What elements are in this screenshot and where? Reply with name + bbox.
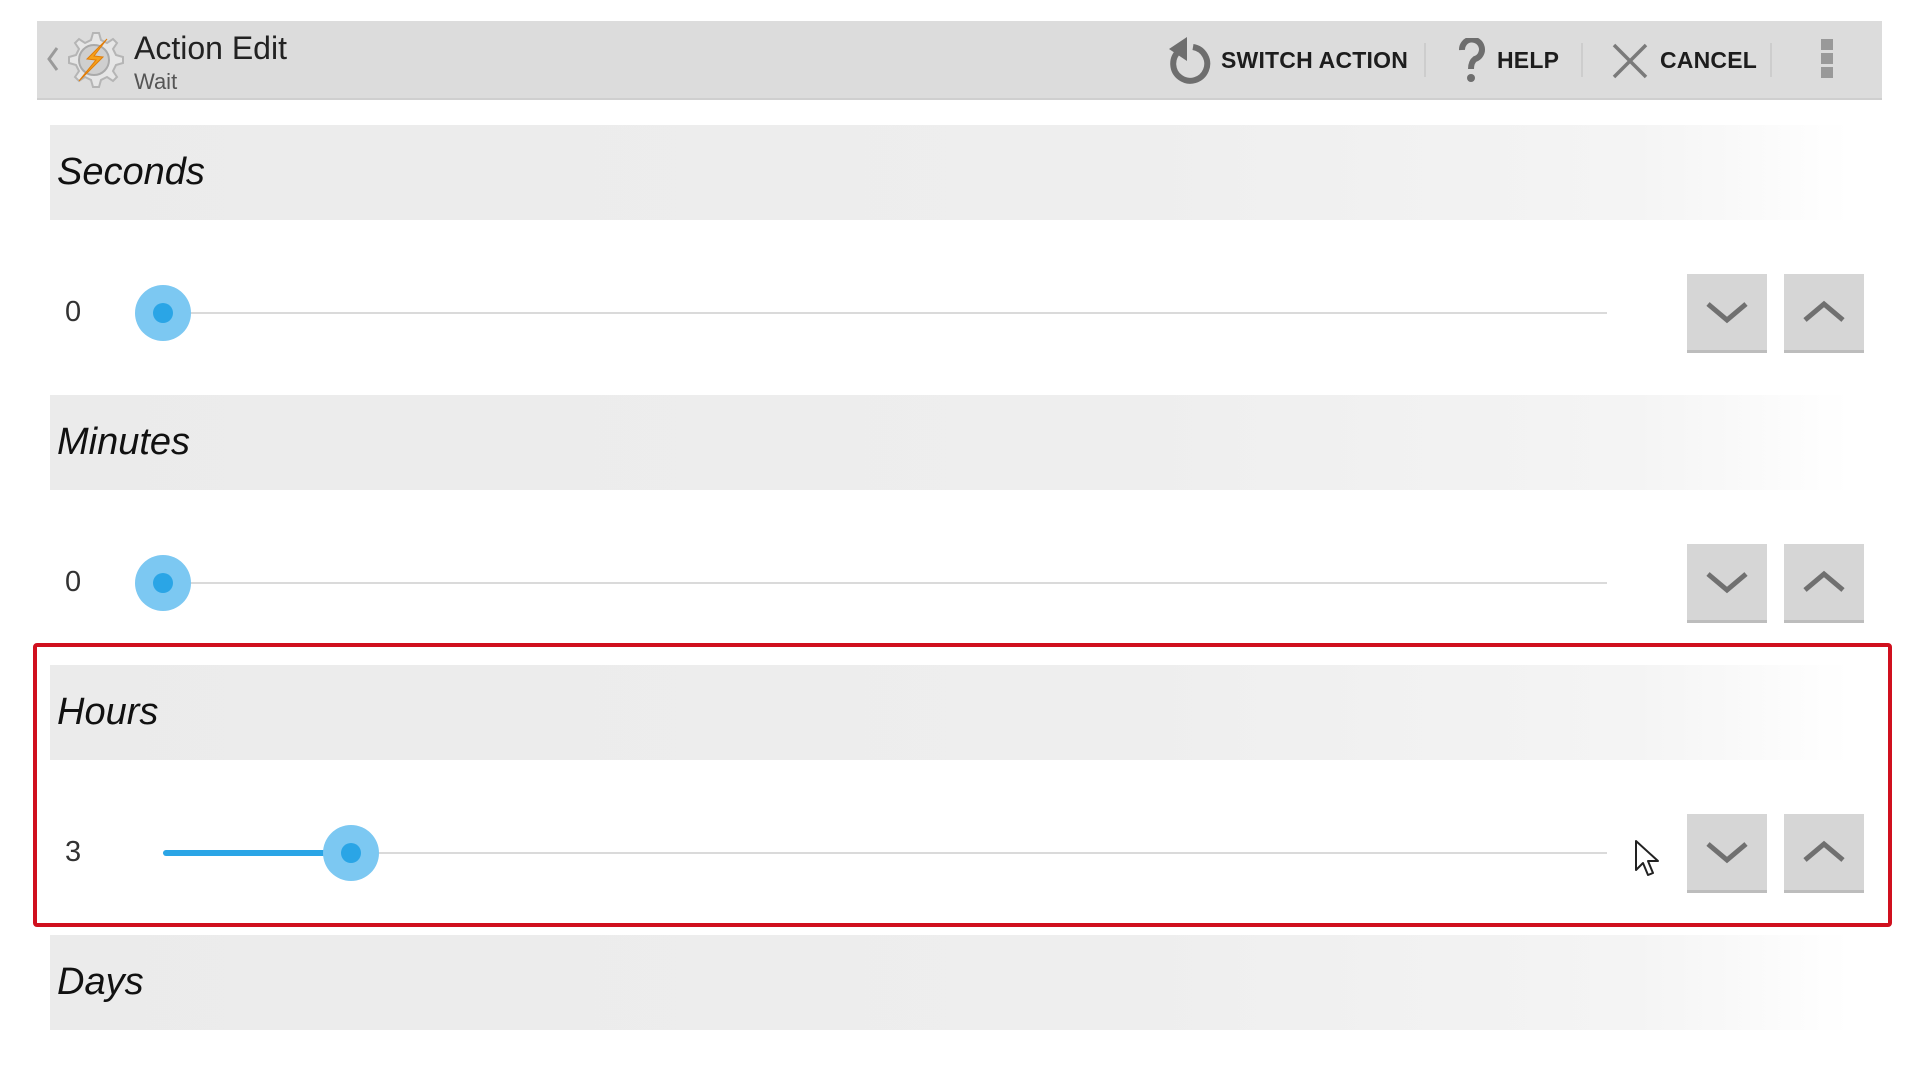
switch-action-label: SWITCH ACTION xyxy=(1221,47,1409,73)
minutes-header: Minutes xyxy=(50,395,1850,490)
chevron-up-icon xyxy=(1803,840,1845,862)
divider xyxy=(1581,43,1583,77)
seconds-slider-thumb[interactable] xyxy=(135,285,191,341)
minutes-increment-button[interactable] xyxy=(1784,544,1864,623)
seconds-increment-button[interactable] xyxy=(1784,274,1864,353)
tasker-gear-lightning-icon[interactable] xyxy=(63,29,125,91)
minutes-decrement-button[interactable] xyxy=(1687,544,1767,623)
cancel-button[interactable]: CANCEL xyxy=(1610,21,1757,100)
seconds-header: Seconds xyxy=(50,125,1850,220)
screen-subtitle: Wait xyxy=(134,69,178,94)
seconds-decrement-button[interactable] xyxy=(1687,274,1767,353)
hours-decrement-button[interactable] xyxy=(1687,814,1767,893)
mouse-cursor-icon xyxy=(1633,838,1663,885)
chevron-down-icon xyxy=(1706,572,1748,594)
rotate-ccw-icon xyxy=(1169,36,1211,84)
hours-increment-button[interactable] xyxy=(1784,814,1864,893)
help-label: HELP xyxy=(1497,47,1560,73)
hours-slider-track[interactable] xyxy=(163,825,1607,881)
cancel-label: CANCEL xyxy=(1660,47,1758,73)
chevron-down-icon xyxy=(1706,842,1748,864)
close-x-icon xyxy=(1612,43,1648,78)
chevron-up-icon xyxy=(1803,570,1845,592)
minutes-slider-thumb[interactable] xyxy=(135,555,191,611)
screen-title: Action Edit xyxy=(134,30,287,66)
divider xyxy=(1424,43,1426,77)
days-header: Days xyxy=(50,935,1850,1030)
days-label: Days xyxy=(57,961,144,1003)
action-bar: Action Edit Wait SWITCH ACTION HELP CANC… xyxy=(37,21,1882,100)
hours-slider-thumb[interactable] xyxy=(322,825,379,881)
minutes-slider-track[interactable] xyxy=(135,555,1607,611)
hours-value: 3 xyxy=(65,836,82,868)
seconds-label: Seconds xyxy=(57,151,205,193)
chevron-up-icon xyxy=(1803,300,1845,322)
help-button[interactable]: HELP xyxy=(1457,21,1559,100)
minutes-value: 0 xyxy=(65,566,82,598)
chevron-down-icon xyxy=(1706,302,1748,324)
switch-action-button[interactable]: SWITCH ACTION xyxy=(1165,21,1408,100)
minutes-label: Minutes xyxy=(57,421,191,463)
hours-header: Hours xyxy=(50,665,1850,760)
hours-label: Hours xyxy=(57,691,159,733)
chevron-left-icon[interactable] xyxy=(45,45,61,73)
question-mark-icon xyxy=(1459,37,1485,82)
seconds-slider-track[interactable] xyxy=(135,285,1607,341)
seconds-value: 0 xyxy=(65,296,82,328)
more-vertical-icon[interactable] xyxy=(1820,39,1834,83)
divider xyxy=(1770,43,1772,77)
